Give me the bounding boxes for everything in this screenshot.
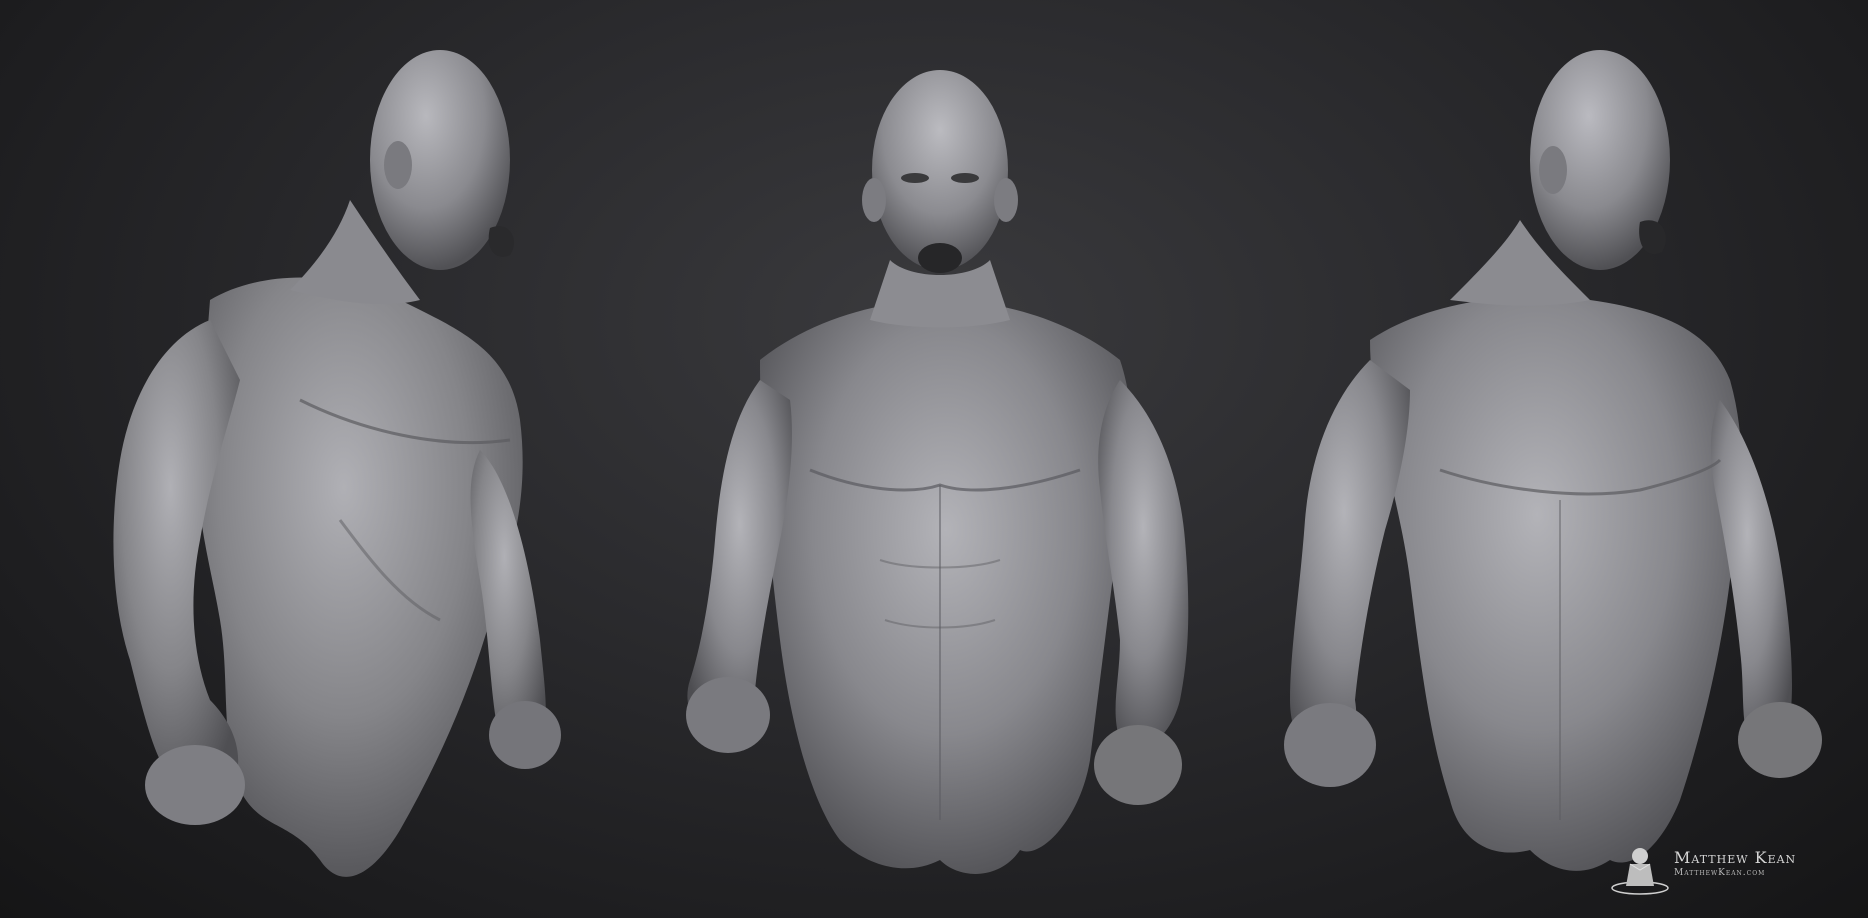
- watermark-logo-icon: [1611, 848, 1669, 895]
- watermark-site: MatthewKean.com: [1674, 868, 1766, 878]
- watermark: Matthew Kean MatthewKean.com: [1608, 832, 1848, 902]
- torso-shape: [760, 300, 1132, 874]
- ear-right-shape: [994, 178, 1018, 222]
- ear-left-shape: [862, 178, 886, 222]
- arm-right-shape: [1098, 380, 1189, 748]
- fist-right-shape: [489, 701, 561, 769]
- fist-left-shape: [145, 745, 245, 825]
- mouth-shape: [488, 226, 514, 257]
- fist-right-shape: [1094, 725, 1182, 805]
- fist-right-shape: [1738, 702, 1822, 778]
- arm-left-shape: [1290, 360, 1410, 760]
- sculpt-figure-center: [660, 0, 1220, 918]
- torso-shape: [1370, 296, 1742, 871]
- sculpt-figure-left: [40, 0, 600, 918]
- mouth-shape: [918, 243, 962, 273]
- head-shape: [872, 70, 1008, 270]
- torso-shape: [197, 277, 523, 877]
- ear-shape: [1539, 146, 1567, 194]
- ear-shape: [384, 141, 412, 189]
- sculpt-figure-right: [1260, 0, 1860, 918]
- mouth-shape: [1639, 220, 1666, 255]
- fist-left-shape: [1284, 703, 1376, 787]
- watermark-name: Matthew Kean: [1674, 848, 1797, 867]
- fist-left-shape: [686, 677, 770, 753]
- render-canvas: Matthew Kean MatthewKean.com: [0, 0, 1868, 918]
